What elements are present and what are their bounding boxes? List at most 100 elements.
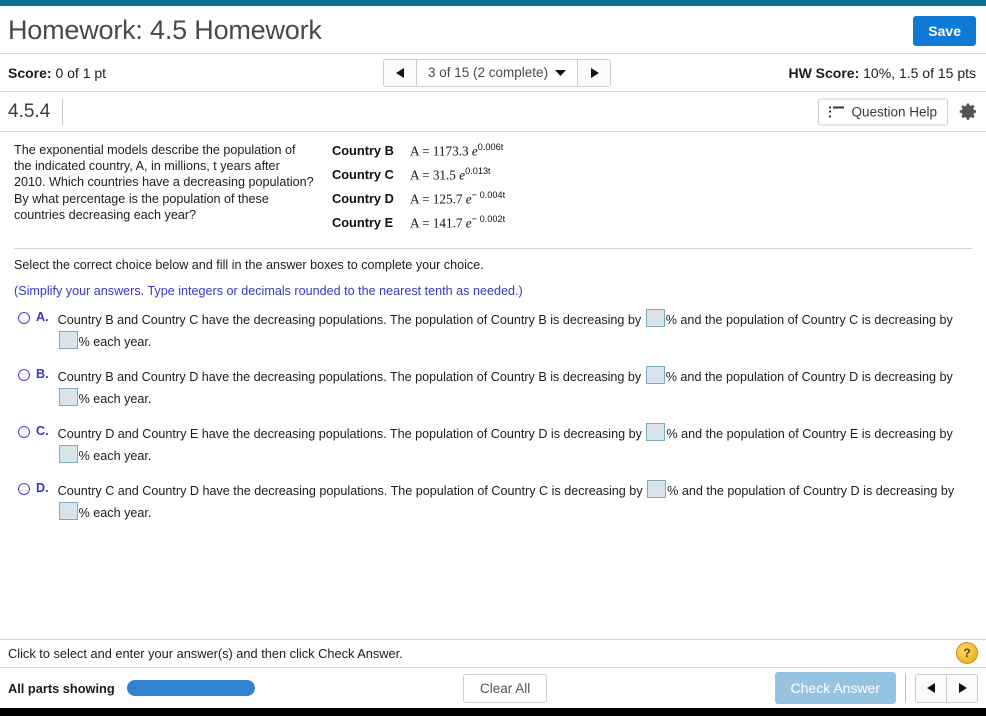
answer-input-2[interactable] [58, 330, 78, 349]
answer-input-2[interactable] [58, 387, 78, 406]
choice-text-part2: % and the population of Country E is dec… [666, 426, 953, 441]
answer-input-1[interactable] [647, 479, 667, 498]
model-equation: A = 141.7 e− 0.002t [410, 214, 505, 231]
choice-letter: C. [36, 423, 49, 438]
choice-letter: B. [36, 366, 49, 381]
question-select[interactable]: 3 of 15 (2 complete) [417, 59, 578, 86]
caret-down-icon [555, 69, 567, 76]
hw-score-value: 10%, 1.5 of 15 pts [863, 64, 976, 81]
parts-progress-bar [126, 680, 255, 696]
score-bar: Score: 0 of 1 pt 3 of 15 (2 complete) HW… [0, 54, 986, 92]
model-exponent: − 0.002t [471, 213, 506, 224]
model-row: Country E A = 141.7 e− 0.002t [332, 214, 505, 231]
model-equation: A = 31.5 e0.013t [410, 166, 491, 183]
choice-text-part2: % and the population of Country C is dec… [665, 312, 953, 327]
model-row: Country C A = 31.5 e0.013t [332, 166, 505, 183]
choice-option-a[interactable]: A. Country B and Country C have the decr… [14, 308, 972, 353]
next-question-button[interactable] [577, 59, 611, 86]
model-row: Country D A = 125.7 e− 0.004t [332, 190, 505, 207]
bottom-black-strip [0, 708, 986, 716]
radio-button[interactable] [18, 482, 30, 495]
model-lhs: A = 125.7 [410, 191, 463, 207]
answer-input-2[interactable] [58, 501, 78, 520]
bottom-action-bar: All parts showing Clear All Check Answer [0, 667, 986, 708]
score-label: Score: [8, 64, 52, 81]
radio-button[interactable] [18, 311, 30, 324]
bottom-right-actions: Check Answer [774, 672, 978, 704]
question-body: The exponential models describe the popu… [0, 132, 986, 524]
vertical-divider [905, 674, 906, 702]
answer-input-1[interactable] [646, 422, 666, 441]
question-tools: Question Help [818, 98, 978, 125]
answer-input-1[interactable] [645, 308, 665, 327]
model-exponent: 0.013t [465, 165, 491, 176]
question-help-button[interactable]: Question Help [818, 98, 948, 125]
help-badge-icon[interactable]: ? [956, 642, 978, 664]
model-country-name: Country D [332, 191, 394, 207]
model-equation: A = 1173.3 e0.006t [410, 142, 503, 159]
clear-all-button[interactable]: Clear All [463, 673, 548, 703]
choice-text: Country B and Country D have the decreas… [57, 365, 972, 410]
left-triangle-icon [926, 683, 935, 693]
question-prompt: The exponential models describe the popu… [14, 143, 314, 222]
answer-input-1[interactable] [645, 365, 665, 384]
right-triangle-icon [590, 67, 599, 78]
choice-text: Country D and Country E have the decreas… [57, 422, 972, 467]
header-bar: Homework: 4.5 Homework Save [0, 8, 986, 54]
choice-letter: D. [36, 480, 49, 495]
choice-text-part2: % and the population of Country D is dec… [667, 483, 955, 498]
model-exponent: 0.006t [477, 142, 504, 152]
choice-text: Country C and Country D have the decreas… [57, 479, 972, 524]
check-answer-button[interactable]: Check Answer [774, 672, 896, 704]
right-triangle-icon [958, 683, 967, 693]
score-display: Score: 0 of 1 pt [8, 65, 106, 81]
choice-text-part2: % and the population of Country D is dec… [665, 369, 953, 384]
question-id-bar: 4.5.4 Question Help [0, 92, 986, 132]
exponential-models: Country B A = 1173.3 e0.006t Country C A… [332, 142, 505, 238]
choice-text-part1: Country C and Country D have the decreas… [57, 483, 643, 498]
choice-letter: A. [36, 309, 49, 324]
choice-text-part1: Country B and Country C have the decreas… [57, 312, 642, 327]
gear-icon[interactable] [958, 102, 978, 122]
radio-button[interactable] [18, 368, 30, 381]
list-icon [829, 106, 845, 117]
choice-list: A. Country B and Country C have the decr… [14, 308, 972, 524]
model-country-name: Country E [332, 215, 394, 231]
bottom-pager [915, 673, 978, 703]
question-number: 4.5.4 [8, 100, 51, 122]
choice-text-part1: Country D and Country E have the decreas… [57, 426, 642, 441]
footer-hint-text: Click to select and enter your answer(s)… [8, 646, 403, 661]
radio-button[interactable] [18, 425, 30, 438]
choice-text-part3: % each year. [78, 448, 152, 463]
choice-text: Country B and Country C have the decreas… [57, 308, 972, 353]
model-exponent: − 0.004t [471, 189, 506, 200]
save-button[interactable]: Save [913, 15, 976, 46]
choice-option-d[interactable]: D. Country C and Country D have the decr… [14, 479, 972, 524]
question-top: The exponential models describe the popu… [14, 142, 972, 238]
left-triangle-icon [395, 67, 404, 78]
model-lhs: A = 31.5 [410, 167, 456, 183]
hw-score-label: HW Score: [788, 64, 860, 81]
hw-score-display: HW Score: 10%, 1.5 of 15 pts [788, 65, 976, 81]
select-instruction: Select the correct choice below and fill… [14, 257, 484, 272]
answer-input-2[interactable] [58, 444, 78, 463]
choice-text-part1: Country B and Country D have the decreas… [57, 369, 642, 384]
model-row: Country B A = 1173.3 e0.006t [332, 142, 505, 159]
pager-next-button[interactable] [946, 674, 977, 702]
choice-text-part3: % each year. [78, 505, 152, 520]
question-help-label: Question Help [851, 104, 937, 119]
score-value: 0 of 1 pt [55, 64, 107, 81]
prev-question-button[interactable] [384, 59, 417, 86]
choice-text-part3: % each year. [78, 391, 152, 406]
vertical-divider [62, 98, 64, 125]
homework-question-page: Homework: 4.5 Homework Save Score: 0 of … [0, 0, 986, 716]
choice-option-c[interactable]: C. Country D and Country E have the decr… [14, 422, 972, 467]
simplify-note: (Simplify your answers. Type integers or… [14, 283, 523, 298]
choice-option-b[interactable]: B. Country B and Country D have the decr… [14, 365, 972, 410]
model-equation: A = 125.7 e− 0.004t [410, 190, 505, 207]
model-lhs: A = 1173.3 [410, 143, 469, 159]
question-navigator: 3 of 15 (2 complete) [383, 58, 612, 87]
pager-prev-button[interactable] [916, 674, 946, 702]
footer-hint-bar: Click to select and enter your answer(s)… [0, 639, 986, 667]
model-lhs: A = 141.7 [410, 215, 463, 231]
